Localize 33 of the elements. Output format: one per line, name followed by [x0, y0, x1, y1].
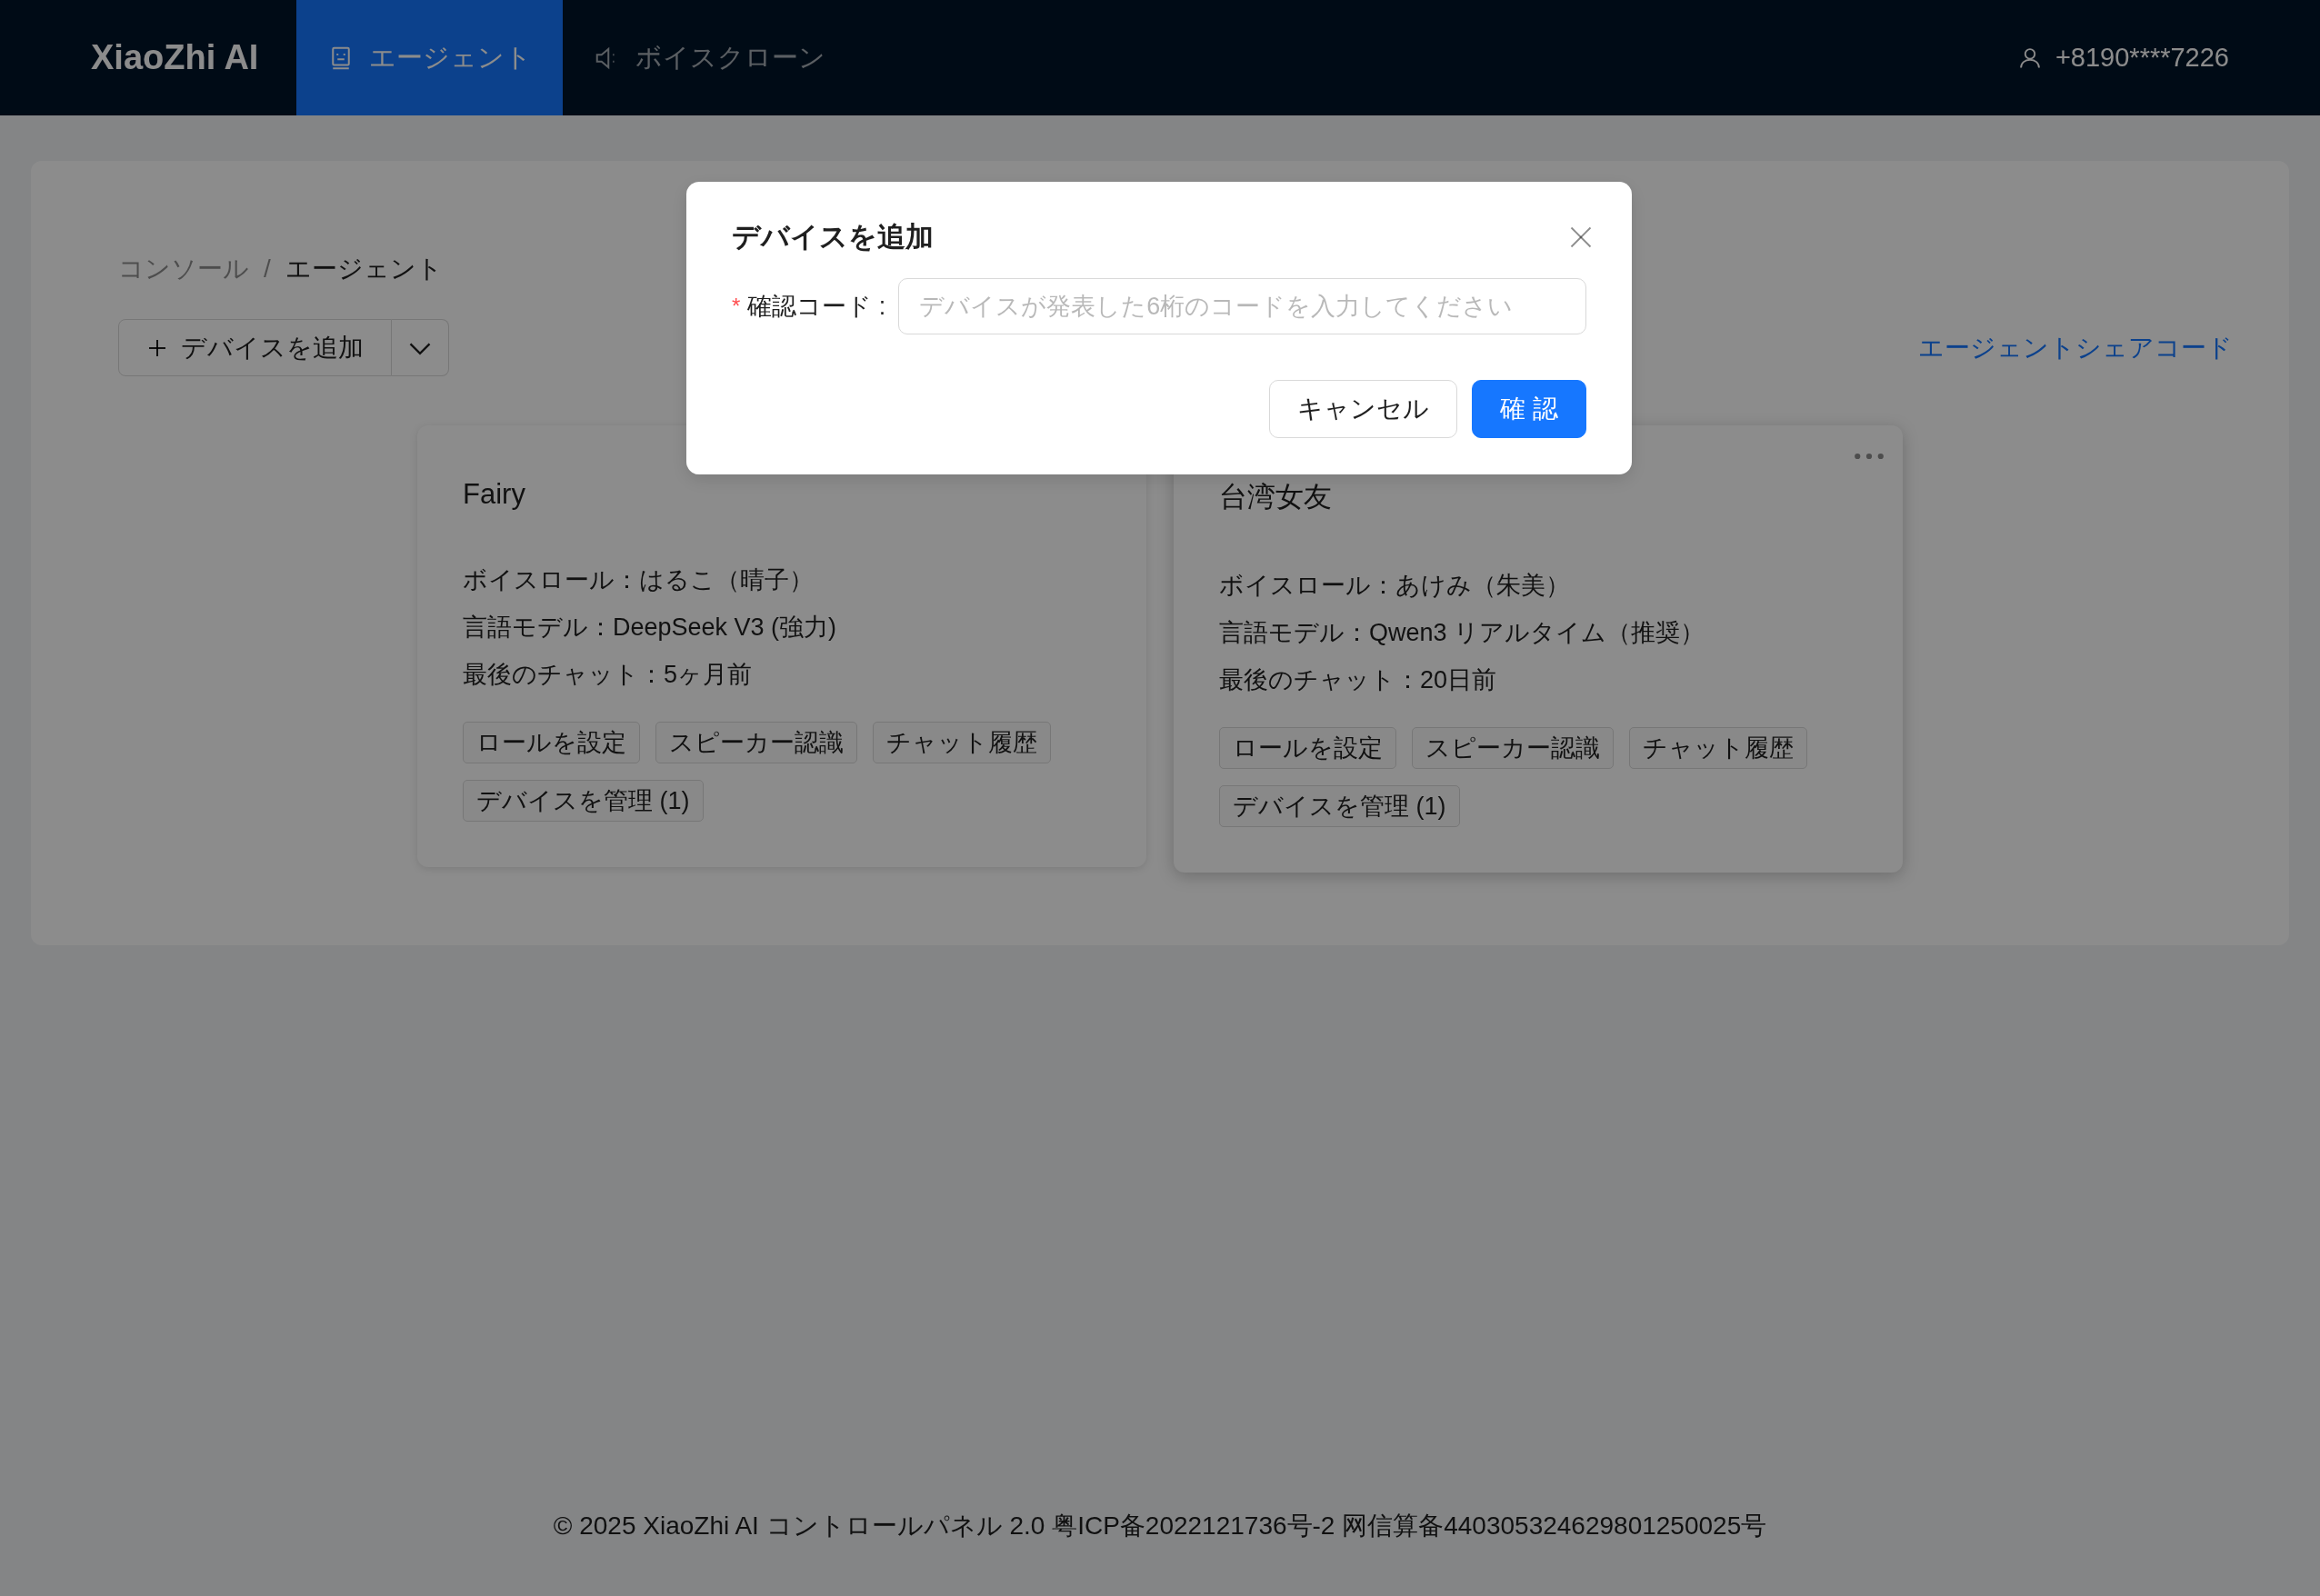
agent-detail: 言語モデル：Qwen3 リアルタイム（推奨） — [1219, 618, 1705, 648]
code-input-field[interactable]: デバイスが発表した6桁のコードを入力してください — [898, 278, 1586, 334]
footer-text: © 2025 XiaoZhi AI コントロールパネル 2.0 粤ICP备2022121736号-2 网信算备440305324629801250025号 — [553, 1511, 1767, 1541]
action-button[interactable]: デバイスを管理 (1) — [463, 780, 704, 822]
dialog-title: デバイスを追加 — [732, 220, 934, 254]
agent-name: Fairy — [463, 478, 525, 511]
dropdown-button[interactable] — [392, 319, 449, 376]
share-code-link[interactable]: エージェントシェアコード — [1918, 330, 2233, 365]
agent-detail: 最後のチャット：5ヶ月前 — [463, 660, 753, 690]
add-device-button[interactable]: デバイスを追加 — [118, 319, 392, 376]
breadcrumb-current: エージェント — [285, 254, 443, 284]
agent-detail: ボイスロール：あけみ（朱美） — [1219, 571, 1570, 601]
action-button[interactable]: スピーカー認識 — [1412, 727, 1614, 769]
logo-text: XiaoZhi AI — [91, 38, 259, 77]
agent-detail: 最後のチャット：20日前 — [1219, 665, 1497, 695]
close-icon[interactable] — [1568, 224, 1594, 250]
action-button[interactable]: デバイスを管理 (1) — [1219, 785, 1460, 827]
nav-tab[interactable]: エージェント — [296, 0, 564, 115]
agent-detail: 言語モデル：DeepSeek V3 (強力) — [463, 613, 837, 643]
action-button[interactable]: スピーカー認識 — [655, 722, 857, 763]
action-button[interactable]: ロールを設定 — [1219, 727, 1396, 769]
action-button[interactable]: チャット履歴 — [873, 722, 1051, 763]
required-mark: * — [732, 294, 741, 319]
action-button[interactable]: チャット履歴 — [1629, 727, 1807, 769]
nav-tab[interactable]: ボイスクローン — [563, 0, 857, 115]
action-button[interactable]: ロールを設定 — [463, 722, 640, 763]
field-label: 確認コード : — [747, 292, 886, 322]
cancel-button[interactable]: キャンセル — [1269, 380, 1458, 438]
confirm-button[interactable]: 確 認 — [1472, 380, 1586, 438]
breadcrumb-separator: / — [264, 254, 271, 284]
user-menu[interactable]: +8190****7226 — [2016, 0, 2229, 115]
agent-name: 台湾女友 — [1219, 480, 1332, 514]
agent-detail: ボイスロール：はるこ（晴子） — [463, 565, 814, 595]
